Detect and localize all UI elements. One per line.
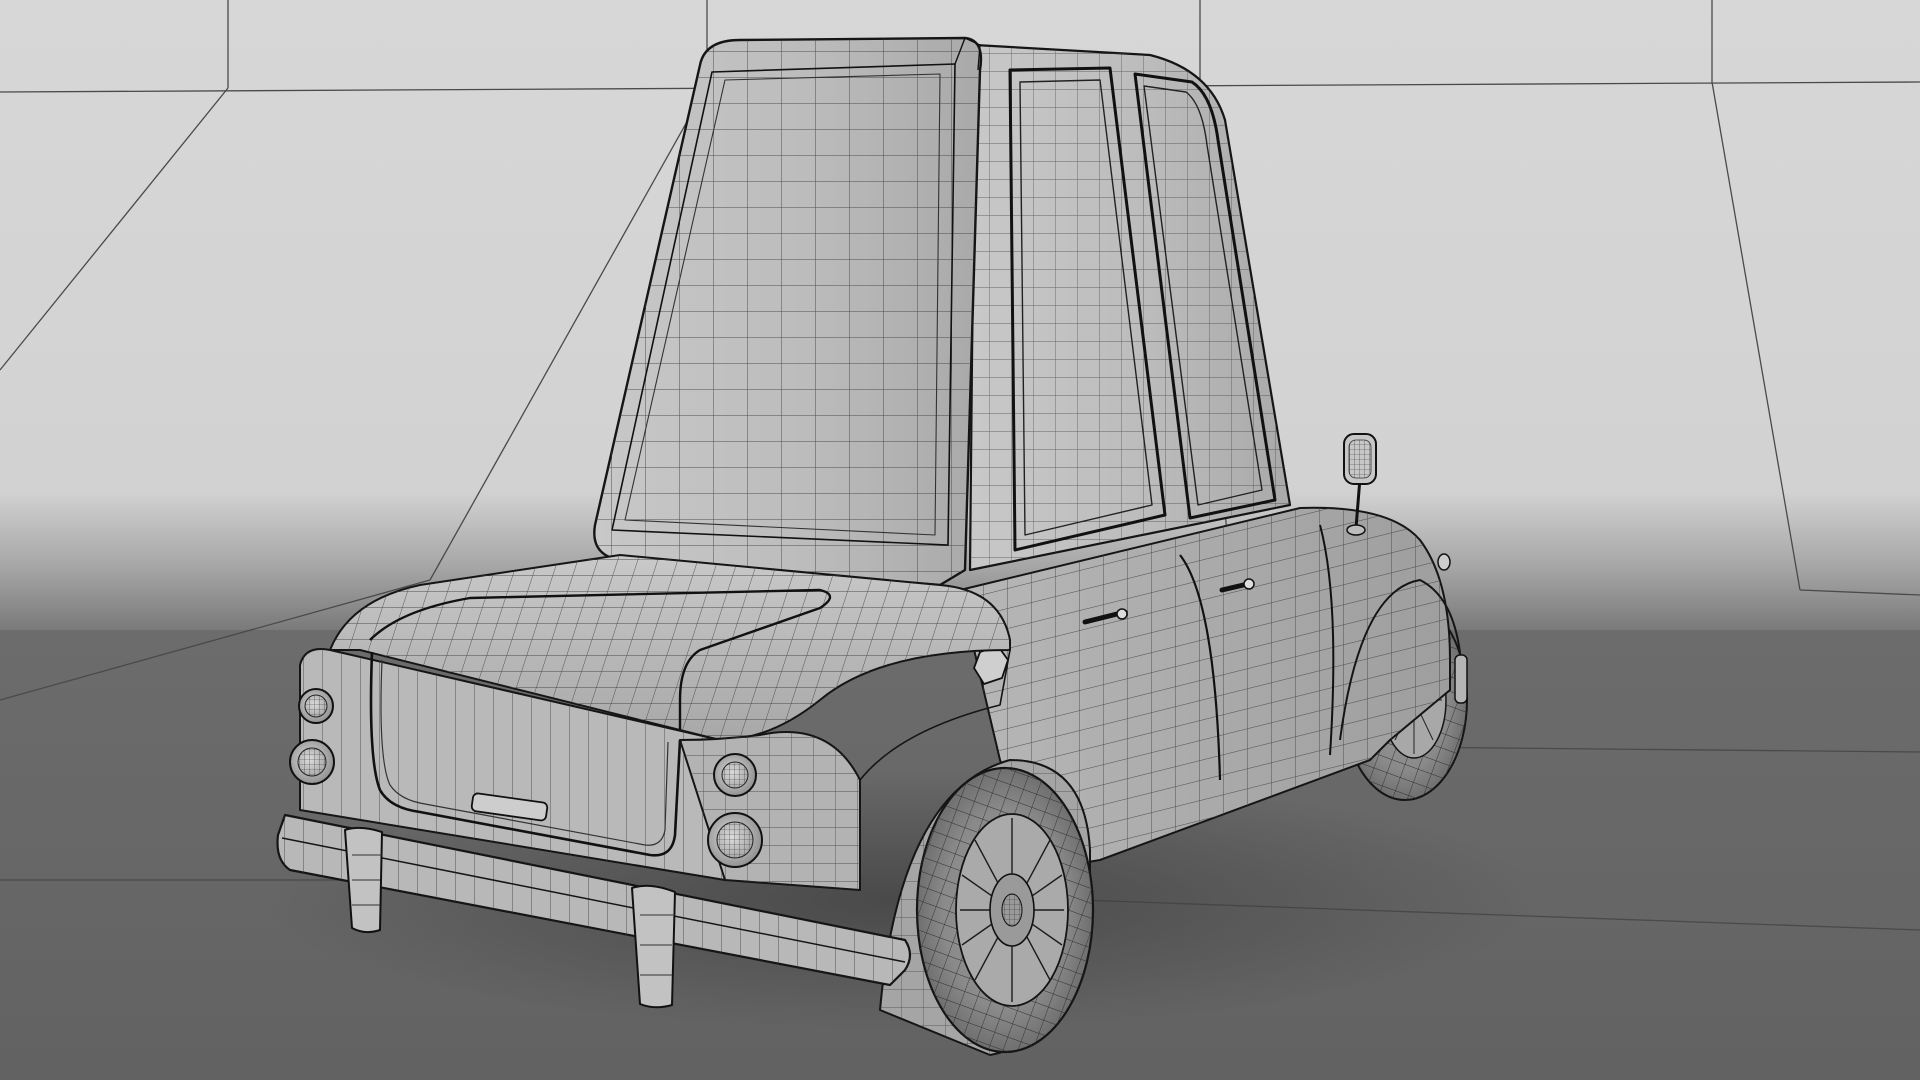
render-canvas [0,0,1920,1080]
tail-lamp-left-lower [289,739,335,785]
tail-lamp-left-upper [298,688,334,724]
tail-lamp-right-lower [707,812,763,868]
viewport-render [0,0,1920,1080]
tail-lamp-right-upper [713,753,757,797]
